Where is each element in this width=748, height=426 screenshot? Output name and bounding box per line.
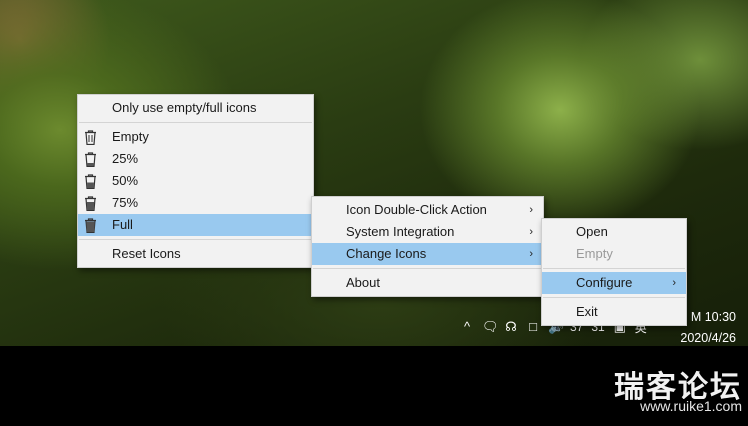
- menu-item-label: Icon Double-Click Action: [346, 202, 487, 217]
- menu-item-label: Empty: [576, 246, 613, 261]
- submenu-arrow-icon: ›: [529, 248, 533, 260]
- recycle-bin-25-icon: [84, 152, 96, 167]
- menu-item-reset-icons[interactable]: Reset Icons: [78, 243, 313, 265]
- menu-item-label: Full: [112, 217, 133, 232]
- recycle-bin-full-icon: [84, 218, 96, 233]
- recycle-bin-75-icon: [84, 196, 96, 211]
- menu-item-change-icons[interactable]: Change Icons ›: [312, 243, 543, 265]
- chat-bubbles-icon[interactable]: 🗨: [482, 320, 499, 334]
- menu-separator: [313, 268, 542, 269]
- watermark-url: www.ruike1.com: [640, 398, 742, 414]
- menu-separator: [79, 239, 312, 240]
- menu-item-label: System Integration: [346, 224, 455, 239]
- menu-item-label: Configure: [576, 275, 633, 290]
- menu-item-label: 50%: [112, 173, 139, 188]
- menu-item-exit[interactable]: Exit: [542, 301, 686, 323]
- recycle-bin-tray-icon[interactable]: □: [526, 320, 540, 334]
- submenu-arrow-icon: ›: [529, 226, 533, 238]
- menu-separator: [79, 122, 312, 123]
- icon-style-menu: Only use empty/full icons Empty 25% 50% …: [77, 94, 314, 268]
- menu-item-configure[interactable]: Configure ›: [542, 272, 686, 294]
- watermark: 瑞客论坛 www.ruike1.com: [614, 372, 742, 415]
- menu-item-icon-double-click-action[interactable]: Icon Double-Click Action ›: [312, 199, 543, 221]
- menu-item-label: Change Icons: [346, 246, 427, 261]
- menu-item-empty[interactable]: Empty: [78, 126, 313, 148]
- menu-item-empty-bin: Empty: [542, 243, 686, 265]
- menu-item-label: 75%: [112, 195, 139, 210]
- clock-date: 2020/4/26: [680, 331, 736, 345]
- menu-item-label: Reset Icons: [112, 246, 181, 261]
- menu-item-75[interactable]: 75%: [78, 192, 313, 214]
- menu-item-open[interactable]: Open: [542, 221, 686, 243]
- submenu-arrow-icon: ›: [529, 204, 533, 216]
- menu-item-full[interactable]: Full: [78, 214, 313, 236]
- menu-item-50[interactable]: 50%: [78, 170, 313, 192]
- recycle-bin-empty-icon: [84, 130, 96, 145]
- headset-icon[interactable]: ☊: [504, 320, 518, 334]
- recycle-bin-50-icon: [84, 174, 96, 189]
- menu-item-label: Exit: [576, 304, 598, 319]
- menu-item-label: 25%: [112, 151, 139, 166]
- menu-separator: [543, 268, 685, 269]
- settings-submenu: Icon Double-Click Action › System Integr…: [311, 196, 544, 297]
- taskbar-clock[interactable]: M 10:30 2020/4/26: [680, 307, 736, 349]
- menu-item-label: About: [346, 275, 380, 290]
- menu-item-about[interactable]: About: [312, 272, 543, 294]
- submenu-arrow-icon: ›: [672, 277, 676, 289]
- menu-item-label: Empty: [112, 129, 149, 144]
- menu-separator: [543, 297, 685, 298]
- menu-item-label: Open: [576, 224, 608, 239]
- menu-item-25[interactable]: 25%: [78, 148, 313, 170]
- menu-item-only-empty-full[interactable]: Only use empty/full icons: [78, 97, 313, 119]
- show-hidden-icons-chevron-icon[interactable]: ^: [460, 320, 474, 334]
- menu-item-system-integration[interactable]: System Integration ›: [312, 221, 543, 243]
- clock-time: M 10:30: [690, 310, 736, 324]
- tray-context-menu: Open Empty Configure › Exit: [541, 218, 687, 326]
- menu-item-label: Only use empty/full icons: [112, 100, 257, 115]
